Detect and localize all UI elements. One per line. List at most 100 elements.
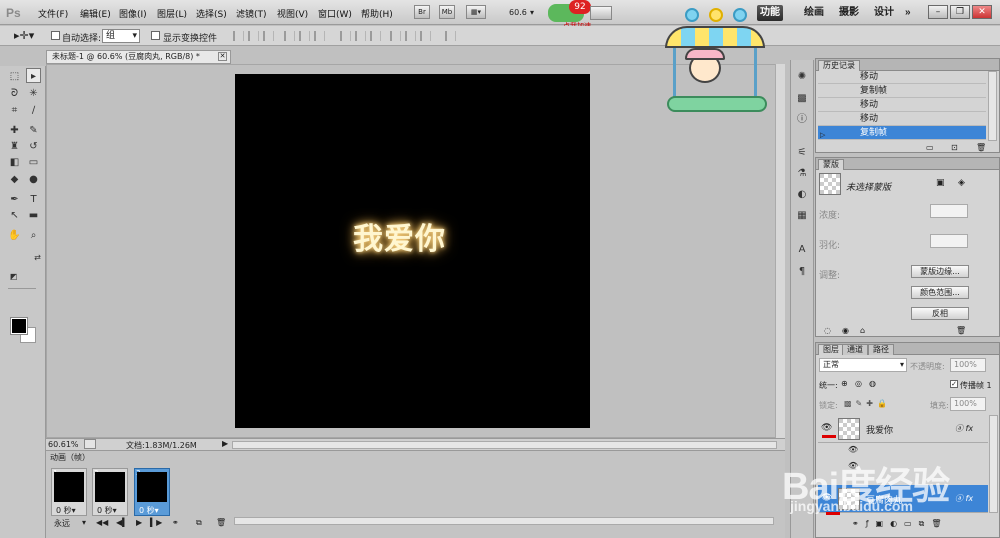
styles-icon[interactable]: ⚗ [795,167,809,181]
density-field[interactable] [930,204,968,218]
propagate-checkbox[interactable]: ✓ [950,380,958,388]
fx-icon[interactable]: ⓐ fx [955,423,973,434]
history-item[interactable]: 复制帧 [818,84,986,98]
history-item[interactable]: 移动 [818,70,986,84]
paragraph-icon[interactable]: ¶ [795,265,809,279]
eyedropper-icon[interactable]: ∕ [26,103,41,118]
animation-frame-selected[interactable]: 3 0 秒▾ [134,468,170,516]
trash-icon[interactable]: 🗑 [976,143,986,152]
layers-scrollbar[interactable] [989,415,998,513]
horizontal-scrollbar[interactable] [232,441,777,449]
distribute-bottom-icon[interactable] [370,31,381,41]
menu-file[interactable]: 文件(F) [38,7,68,20]
close-icon[interactable]: ✕ [972,5,992,19]
tab-paths[interactable]: 路径 [868,344,894,355]
animation-frame[interactable]: 2 0 秒▾ [92,468,128,516]
canvas-scrollbar[interactable] [775,64,785,438]
foreground-color-swatch[interactable] [10,317,28,335]
align-right-icon[interactable] [314,31,325,41]
move-tool-icon[interactable]: ▸ [26,68,41,83]
navigator-icon[interactable]: ✺ [795,70,809,84]
chevron-down-icon[interactable]: ▾ [530,8,534,17]
tab-channels[interactable]: 通道 [842,344,868,355]
marquee-tool-icon[interactable]: ⬚ [7,69,22,84]
brush-tool-icon[interactable]: ✎ [26,123,41,138]
menu-view[interactable]: 视图(V) [277,7,308,20]
apply-mask-icon[interactable]: ◉ [842,326,849,335]
align-left-icon[interactable] [284,31,295,41]
swatches-icon[interactable]: ◐ [795,188,809,202]
menu-layer[interactable]: 图层(L) [157,7,187,20]
minibridge-button[interactable]: Mb [439,5,455,19]
canvas[interactable]: 我爱你 [235,74,590,428]
default-colors-icon[interactable]: ◩ [6,269,21,284]
blend-mode-dropdown[interactable]: 正常 ▾ [819,358,907,372]
align-vcenter-icon[interactable] [248,31,259,41]
unify-style-icon[interactable]: ◍ [869,379,876,388]
minimize-icon[interactable]: – [928,5,948,19]
magic-wand-icon[interactable]: ✳ [26,86,41,101]
restore-icon[interactable]: ❐ [950,5,970,19]
chevron-down-icon[interactable]: ▾ [82,518,86,527]
delete-frame-icon[interactable]: 🗑 [216,518,226,527]
eraser-icon[interactable]: ◧ [7,155,22,170]
tween-icon[interactable]: ⚭ [172,518,179,527]
adjustments-icon[interactable]: ⚟ [795,146,809,160]
snapshot-icon[interactable]: ▭ [926,143,934,152]
tab-layers[interactable]: 图层 [818,344,844,355]
distribute-vcenter-icon[interactable] [355,31,366,41]
brush-presets-icon[interactable]: ▦ [795,209,809,223]
menu-select[interactable]: 选择(S) [196,7,227,20]
distribute-hcenter-icon[interactable] [405,31,416,41]
document-tab[interactable]: 未标题-1 @ 60.6% (豆腐肉丸, RGB/8) * ✕ [46,50,231,64]
path-select-icon[interactable]: ↖ [7,208,22,223]
menu-window[interactable]: 窗口(W) [318,7,352,20]
vector-mask-icon[interactable]: ◈ [958,178,965,188]
hand-tool-icon[interactable]: ✋ [7,228,22,243]
workspace-painting[interactable]: 绘画 [801,5,827,21]
menu-edit[interactable]: 编辑(E) [80,7,111,20]
frame-delay[interactable]: 0 秒▾ [56,505,76,516]
view-extras-button[interactable]: ▦▾ [466,5,486,19]
bridge-button[interactable]: Br [414,5,430,19]
camera-icon[interactable]: ⊡ [951,143,958,152]
move-tool-icon[interactable]: ▸✛▾ [14,29,34,42]
zoom-level[interactable]: 60.6 [509,8,527,17]
status-menu-icon[interactable] [84,439,96,449]
distribute-left-icon[interactable] [390,31,401,41]
gradient-icon[interactable]: ▭ [26,155,41,170]
close-tab-icon[interactable]: ✕ [218,52,227,61]
invert-button[interactable]: 反相 [911,307,969,320]
info-icon[interactable]: ⓘ [795,113,809,127]
effect-eye-icon[interactable]: 👁 [848,445,858,454]
animation-frame[interactable]: 1 0 秒▾ [51,468,87,516]
clone-stamp-icon[interactable]: ♜ [7,139,22,154]
zoom-tool-icon[interactable]: ⌕ [26,228,41,243]
loop-dropdown[interactable]: 永远 [54,518,70,529]
shape-tool-icon[interactable]: ▬ [26,208,41,223]
color-range-button[interactable]: 颜色范围... [911,286,969,299]
dodge-tool-icon[interactable]: ● [26,172,41,187]
menu-filter[interactable]: 滤镜(T) [236,7,267,20]
frame-delay[interactable]: 0 秒▾ [139,505,159,516]
crop-tool-icon[interactable]: ⌗ [7,103,22,118]
align-bottom-icon[interactable] [263,31,274,41]
prev-frame-icon[interactable]: ◀▍ [116,518,128,527]
trash-icon[interactable]: 🗑 [956,326,966,335]
pixel-mask-icon[interactable]: ▣ [936,178,945,188]
zoom-status[interactable]: 60.61% [48,440,79,449]
toggle-mask-icon[interactable]: ⌂ [860,326,865,335]
layer-row[interactable]: 👁 我爱你 ⓐ fx [818,415,988,443]
unify-position-icon[interactable]: ⊕ [841,379,848,388]
fx-icon[interactable]: ⓐ fx [955,493,973,504]
workspace-photography[interactable]: 摄影 [836,5,862,21]
fill-field[interactable]: 100% [950,397,986,411]
menu-help[interactable]: 帮助(H) [361,7,393,20]
workspace-more[interactable]: » [902,5,914,21]
notification-badge[interactable]: 92 [569,0,591,14]
menu-image[interactable]: 图像(I) [119,7,147,20]
next-frame-icon[interactable]: ▍▶ [150,518,162,527]
opacity-field[interactable]: 100% [950,358,986,372]
pen-tool-icon[interactable]: ✒ [7,192,22,207]
swap-colors-icon[interactable]: ⇄ [30,250,45,265]
